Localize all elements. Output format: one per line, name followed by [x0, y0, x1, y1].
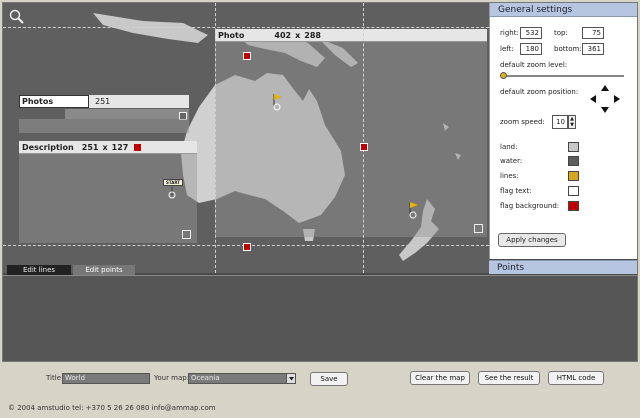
top-label: top:	[554, 29, 568, 37]
start-flag[interactable]: START	[163, 179, 185, 199]
description-color-square[interactable]	[134, 143, 142, 151]
points-header[interactable]: Points	[489, 260, 637, 274]
photos-title-input[interactable]: Photos	[19, 95, 89, 108]
photos-strip	[65, 109, 189, 119]
map-canvas[interactable]: Photo 402 x 288 Photos 251 Description 2…	[3, 3, 489, 273]
flag-text-label: flag text:	[500, 187, 532, 195]
guide-line-top[interactable]	[3, 27, 489, 28]
zoom-position-label: default zoom position:	[500, 88, 579, 96]
zoom-level-slider[interactable]	[500, 72, 507, 79]
guide-line-left[interactable]	[215, 3, 216, 273]
start-label: START	[163, 179, 183, 186]
handle-top[interactable]	[243, 52, 251, 60]
bottom-label: bottom:	[554, 45, 582, 53]
right-row: right:	[500, 29, 519, 37]
save-button[interactable]: Save	[310, 372, 348, 386]
water-color-swatch[interactable]	[568, 156, 579, 166]
photos-body	[19, 119, 189, 133]
photo-panel-title: Photo	[218, 30, 245, 40]
general-settings-panel: General settings right: 532 top: 75 left…	[489, 3, 637, 259]
right-label: right:	[500, 29, 519, 37]
photo-panel-width: 402	[274, 30, 292, 40]
zoom-speed-stepper[interactable]: ▲ ▼	[568, 115, 576, 129]
photo-panel[interactable]: Photo 402 x 288	[215, 29, 487, 237]
top-input[interactable]: 75	[582, 27, 604, 39]
description-panel-header[interactable]: Description 251 x 127	[19, 141, 197, 154]
top-row: top:	[554, 29, 568, 37]
photos-count: 251	[89, 95, 189, 108]
edit-area[interactable]	[3, 275, 637, 361]
bottom-toolbar: Title World Your map: Oceania Save Clear…	[0, 364, 640, 418]
clear-map-button[interactable]: Clear the map	[410, 371, 470, 385]
land-color-swatch[interactable]	[568, 142, 579, 152]
magnifier-icon[interactable]	[9, 9, 25, 25]
description-width: 251	[81, 142, 99, 152]
bottom-row: bottom:	[554, 45, 582, 53]
apply-changes-button[interactable]: Apply changes	[498, 233, 566, 247]
description-times: x	[102, 142, 108, 152]
app-frame: Photo 402 x 288 Photos 251 Description 2…	[2, 2, 638, 362]
guide-line-right[interactable]	[363, 3, 364, 273]
lines-label: lines:	[500, 172, 519, 180]
land-label: land:	[500, 143, 518, 151]
left-label: left:	[500, 45, 514, 53]
left-input[interactable]: 180	[520, 43, 542, 55]
title-input[interactable]: World	[62, 373, 150, 384]
description-resize-icon[interactable]	[182, 230, 191, 239]
your-map-label: Your map:	[154, 374, 190, 382]
tab-edit-lines[interactable]: Edit lines	[7, 265, 71, 275]
your-map-select[interactable]: Oceania	[188, 373, 296, 384]
footer-credits: © 2004 amstudio tel: +370 5 26 26 080 in…	[8, 404, 216, 412]
description-title: Description	[22, 142, 74, 152]
handle-bottom[interactable]	[243, 243, 251, 251]
html-code-button[interactable]: HTML code	[548, 371, 604, 385]
see-result-button[interactable]: See the result	[478, 371, 540, 385]
right-input[interactable]: 532	[520, 27, 542, 39]
flag-background-color-swatch[interactable]	[568, 201, 579, 211]
left-row: left:	[500, 45, 514, 53]
zoom-speed-label: zoom speed:	[500, 118, 545, 126]
photo-panel-header[interactable]: Photo 402 x 288	[215, 29, 487, 42]
handle-right[interactable]	[360, 143, 368, 151]
four-arrows-icon[interactable]	[590, 85, 620, 113]
start-pin-icon	[168, 187, 176, 199]
tab-edit-points[interactable]: Edit points	[73, 265, 135, 275]
title-label: Title	[46, 374, 62, 382]
zoom-level-label: default zoom level:	[500, 61, 568, 69]
resize-icon[interactable]	[474, 224, 483, 233]
photo-panel-height: 288	[304, 30, 321, 40]
photo-panel-times: x	[295, 30, 301, 40]
your-map-value: Oceania	[191, 374, 220, 382]
photos-panel[interactable]: Photos 251	[19, 95, 189, 133]
water-label: water:	[500, 157, 523, 165]
zoom-speed-input[interactable]: 10	[552, 115, 568, 129]
tab-bar: Edit lines Edit points	[3, 265, 489, 275]
lines-color-swatch[interactable]	[568, 171, 579, 181]
zoom-level-track[interactable]	[502, 75, 624, 77]
flag-icon-nz[interactable]	[407, 201, 421, 219]
flag-icon[interactable]	[271, 93, 285, 111]
flag-background-label: flag background:	[500, 202, 560, 210]
land-islands-north	[93, 13, 208, 43]
chevron-down-icon[interactable]	[286, 374, 295, 383]
description-height: 127	[111, 142, 129, 152]
settings-title[interactable]: General settings	[490, 3, 637, 17]
flag-text-color-swatch[interactable]	[568, 186, 579, 196]
bottom-input[interactable]: 361	[582, 43, 604, 55]
